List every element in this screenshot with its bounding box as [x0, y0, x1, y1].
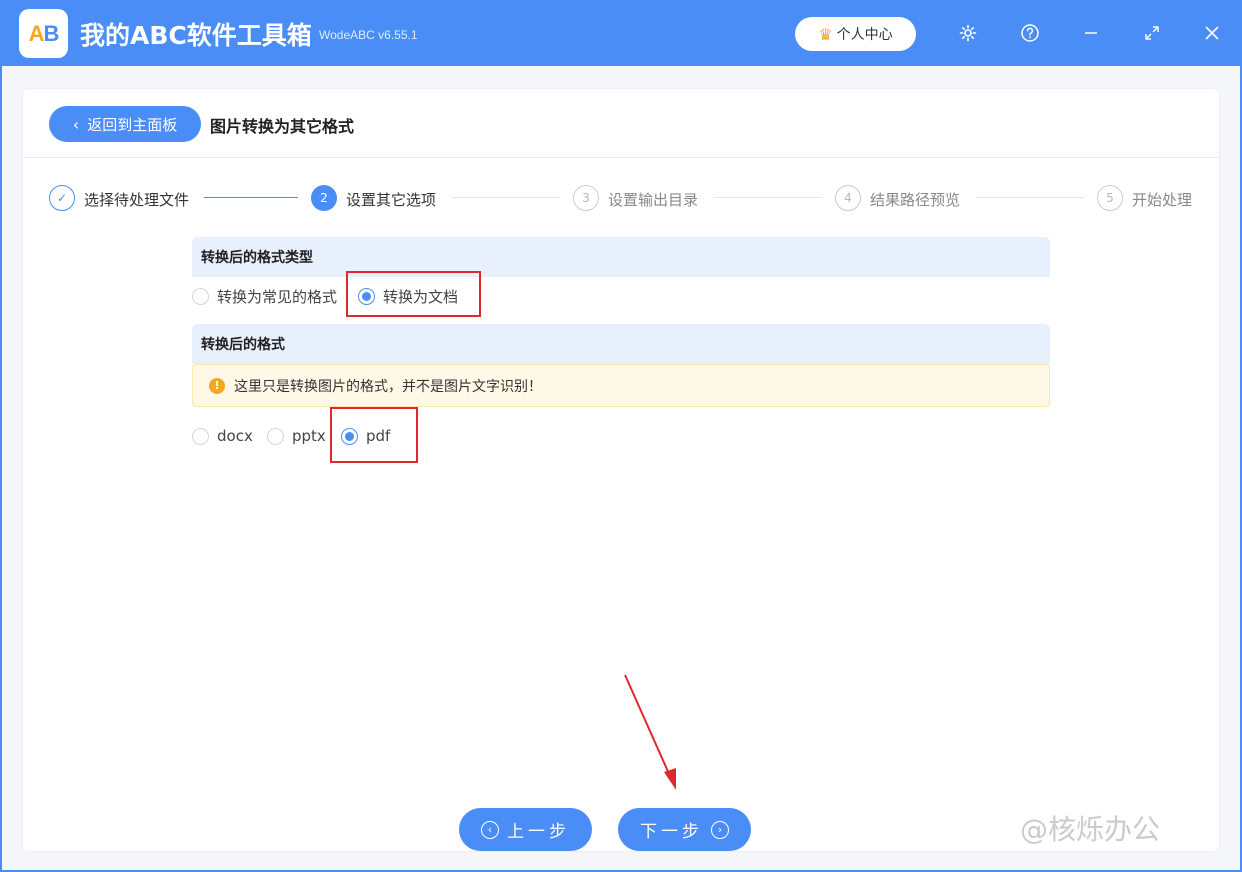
radio-indicator — [267, 427, 284, 445]
header-divider — [22, 157, 1220, 158]
user-center-label: 个人中心 — [836, 27, 893, 43]
step-2-label: 设置其它选项 — [346, 191, 437, 209]
radio-label: pptx — [292, 427, 326, 445]
arrow-left-circle-icon: ‹ — [481, 820, 499, 839]
arrow-right-circle-icon: › — [711, 820, 729, 839]
highlight-box — [330, 407, 418, 463]
step-connector-4 — [976, 197, 1084, 198]
step-4-label: 结果路径预览 — [870, 191, 961, 209]
format-heading: 转换后的格式 — [192, 324, 1050, 364]
chevron-left-icon: ‹ — [72, 114, 80, 134]
user-center-button[interactable]: ♛ 个人中心 — [795, 17, 916, 51]
logo-letter-a: A — [28, 20, 45, 46]
step-3-label: 设置输出目录 — [608, 191, 699, 209]
step-5-label: 开始处理 — [1132, 191, 1193, 209]
radio-pptx[interactable]: pptx — [267, 427, 326, 445]
logo-letter-b: B — [43, 20, 60, 46]
app-logo-icon: AB — [19, 9, 68, 58]
radio-common-format[interactable]: 转换为常见的格式 — [192, 286, 337, 307]
previous-step-button[interactable]: ‹ 上一步 — [459, 808, 592, 851]
next-step-button[interactable]: 下一步 › — [618, 808, 751, 851]
app-version: WodeABC v6.55.1 — [319, 28, 418, 42]
radio-indicator — [192, 427, 209, 445]
notice-banner: ! 这里只是转换图片的格式，并不是图片文字识别！ — [192, 364, 1050, 407]
radio-label: docx — [217, 427, 253, 445]
gear-icon[interactable] — [955, 20, 981, 46]
format-type-heading: 转换后的格式类型 — [192, 237, 1050, 277]
step-5-number: 5 — [1097, 185, 1123, 211]
step-connector-3 — [714, 197, 822, 198]
highlight-box — [346, 271, 481, 317]
warning-icon: ! — [209, 377, 225, 394]
step-connector-2 — [452, 197, 560, 198]
step-connector-1 — [204, 197, 298, 198]
title-bar: AB 我的ABC软件工具箱 WodeABC v6.55.1 ♛ 个人中心 — [0, 0, 1242, 66]
radio-label: 转换为常见的格式 — [217, 288, 338, 306]
maximize-icon[interactable] — [1139, 20, 1165, 46]
step-2-number: 2 — [311, 185, 337, 211]
step-1-label: 选择待处理文件 — [84, 191, 190, 209]
watermark: @核烁办公 — [1020, 813, 1161, 846]
step-4-number: 4 — [835, 185, 861, 211]
notice-text: 这里只是转换图片的格式，并不是图片文字识别！ — [234, 378, 542, 395]
step-3-number: 3 — [573, 185, 599, 211]
previous-step-label: 上一步 — [507, 822, 570, 842]
minimize-icon[interactable] — [1078, 20, 1104, 46]
red-arrow-icon — [624, 674, 676, 790]
page-title: 图片转换为其它格式 — [210, 117, 355, 136]
step-1-check-icon: ✓ — [49, 185, 75, 211]
back-to-main-button[interactable]: ‹ 返回到主面板 — [49, 106, 201, 142]
close-icon[interactable] — [1199, 20, 1225, 46]
help-icon[interactable] — [1017, 20, 1043, 46]
radio-docx[interactable]: docx — [192, 427, 253, 445]
next-step-label: 下一步 — [640, 822, 703, 842]
radio-indicator — [192, 288, 209, 305]
back-button-label: 返回到主面板 — [87, 115, 178, 134]
app-title: 我的ABC软件工具箱 — [80, 21, 312, 50]
crown-icon: ♛ — [818, 24, 833, 44]
